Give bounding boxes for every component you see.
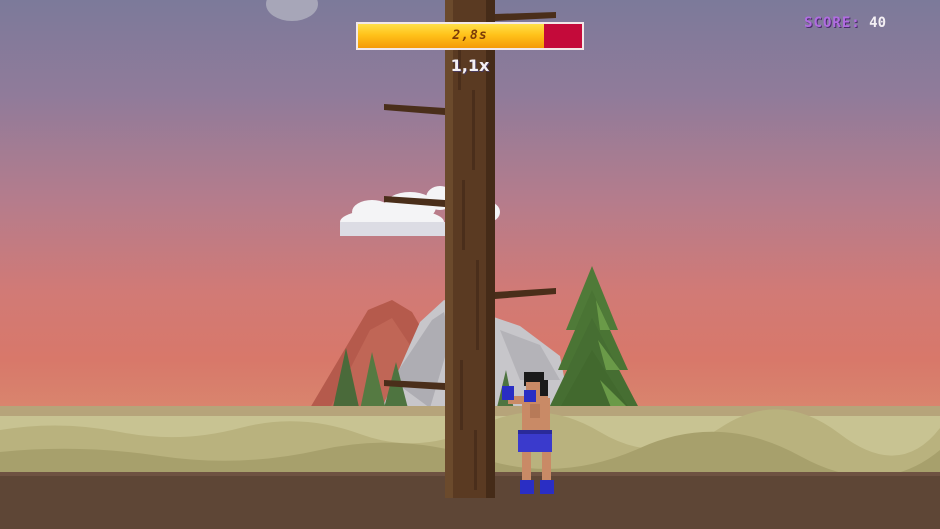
timer-bar: 2,8s	[356, 22, 584, 50]
score-value: 40	[869, 15, 886, 31]
score-label: SCORE:	[804, 15, 861, 31]
game-scene[interactable]: 2,8s 1,1x SCORE: 40	[0, 0, 940, 529]
boxing-glove-icon	[524, 390, 536, 402]
boxing-glove-icon	[502, 386, 514, 400]
boxer-character[interactable]	[0, 0, 940, 529]
timer-text: 2,8s	[452, 28, 488, 43]
score-multiplier: 1,1x	[450, 56, 490, 75]
score-display: SCORE: 40	[804, 15, 886, 31]
